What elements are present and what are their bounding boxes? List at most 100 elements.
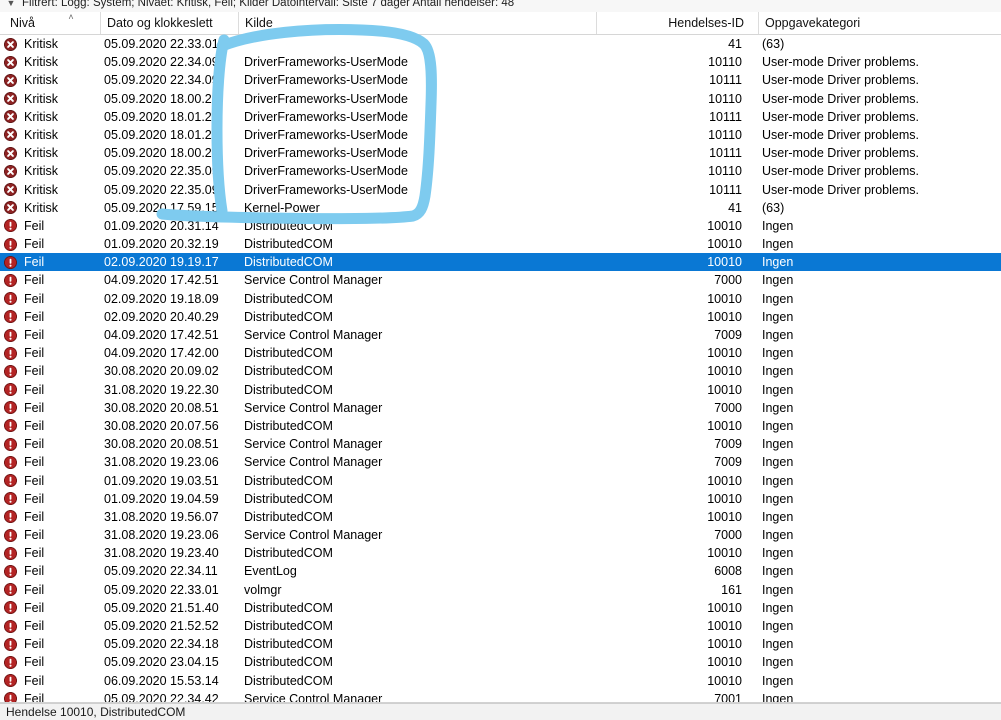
table-row[interactable]: Feil 02.09.2020 19.19.17 DistributedCOM 100… [0,253,1001,272]
table-row[interactable]: Feil 01.09.2020 19.04.59 DistributedCOM 100… [0,490,1001,508]
cell-level-label: Feil [24,491,45,506]
table-row[interactable]: Feil 02.09.2020 20.40.29 DistributedCOM 100… [0,308,1001,326]
cell-level-label: Feil [24,600,45,615]
column-header-row: Nivå ˄ Dato og klokkeslett Kilde Hendels… [0,12,1001,35]
cell-level: Feil [4,435,100,453]
cell-source: Service Control Manager [244,437,383,452]
cell-datetime: 30.08.2020 20.08.51 [104,400,219,415]
error-icon [4,474,17,487]
cell-level-label: Kritisk [24,55,59,70]
table-row[interactable]: Feil 05.09.2020 23.04.15 DistributedCOM 100… [0,653,1001,671]
table-row[interactable]: Feil 31.08.2020 19.23.06 Service Control M… [0,526,1001,544]
cell-level-label: Feil [24,619,45,633]
cell-datetime: 31.08.2020 19.23.06 [104,455,219,470]
table-row[interactable]: Feil 30.08.2020 20.08.51 Service Control M… [0,435,1001,453]
table-row[interactable]: Feil 06.09.2020 15.53.14 DistributedCOM 100… [0,672,1001,690]
error-icon [4,437,17,451]
cell-task-category: Ingen [762,273,794,288]
cell-task-category: Ingen [762,437,794,452]
table-row[interactable]: Kritisk 05.09.2020 17.59.15 Kernel-Power 41… [0,199,1001,217]
table-row[interactable]: Feil 05.09.2020 22.34.18 DistributedCOM 100… [0,635,1001,653]
critical-error-icon [4,110,17,124]
table-row[interactable]: Feil 02.09.2020 19.18.09 DistributedCOM 100… [0,290,1001,308]
column-header-datetime[interactable]: Dato og klokkeslett [100,12,236,34]
critical-error-icon [4,55,17,69]
table-row[interactable]: Feil 04.09.2020 17.42.51 Service Control M… [0,326,1001,344]
critical-error-icon [4,128,17,142]
table-row[interactable]: Kritisk 05.09.2020 18.01.24 DriverFramewor… [0,108,1001,126]
cell-datetime: 30.08.2020 20.08.51 [104,437,219,452]
cell-level-label: Feil [24,564,45,579]
table-row[interactable]: Kritisk 05.09.2020 18.01.24 DriverFramewor… [0,126,1001,144]
table-row[interactable]: Feil 01.09.2020 20.32.19 DistributedCOM 100… [0,235,1001,253]
sort-ascending-icon: ˄ [68,12,74,22]
table-row[interactable]: Feil 30.08.2020 20.09.02 DistributedCOM 100… [0,362,1001,380]
cell-task-category: Ingen [762,509,794,524]
cell-level-label: Feil [24,382,45,397]
table-row[interactable]: Feil 05.09.2020 22.33.01 volmgr 161 Ingen [0,581,1001,599]
cell-task-category: Ingen [762,218,794,233]
cell-level: Feil [4,217,100,235]
table-row[interactable]: Feil 04.09.2020 17.42.51 Service Control M… [0,271,1001,289]
table-row[interactable]: Kritisk 05.09.2020 18.00.24 DriverFramewor… [0,144,1001,162]
table-row[interactable]: Kritisk 05.09.2020 22.35.09 DriverFramewor… [0,162,1001,180]
column-header-level[interactable]: Nivå ˄ [4,12,100,34]
table-row[interactable]: Feil 30.08.2020 20.08.51 Service Control M… [0,399,1001,417]
table-row[interactable]: Kritisk 05.09.2020 22.34.09 DriverFramewor… [0,71,1001,89]
column-header-task-category[interactable]: Oppgavekategori [758,12,997,34]
column-header-event-id[interactable]: Hendelses-ID [596,12,750,34]
cell-datetime: 05.09.2020 22.34.09 [104,73,219,88]
cell-level: Feil [4,653,100,671]
cell-level-label: Feil [24,509,45,524]
column-header-source[interactable]: Kilde [238,12,588,34]
cell-datetime: 05.09.2020 18.01.24 [104,109,219,124]
table-row[interactable]: Feil 31.08.2020 19.23.06 Service Control M… [0,453,1001,471]
table-row[interactable]: Kritisk 05.09.2020 22.34.09 DriverFramewor… [0,53,1001,71]
cell-source: DriverFrameworks-UserMode [244,55,408,70]
critical-error-icon [4,201,17,215]
cell-event-id: 10010 [707,637,742,652]
event-list[interactable]: Kritisk 05.09.2020 22.33.01 41 (63) Kritisk 0… [0,35,1001,703]
table-row[interactable]: Feil 05.09.2020 21.52.52 DistributedCOM 100… [0,617,1001,635]
cell-level-label: Feil [24,582,45,597]
error-icon [4,674,17,688]
cell-task-category: Ingen [762,691,794,703]
table-row[interactable]: Feil 01.09.2020 19.03.51 DistributedCOM 100… [0,472,1001,490]
cell-event-id: 10010 [707,346,742,361]
cell-level: Feil [4,617,100,635]
cell-task-category: Ingen [762,364,794,379]
table-row[interactable]: Feil 31.08.2020 19.22.30 DistributedCOM 100… [0,381,1001,399]
cell-level-label: Kritisk [24,182,59,197]
table-row[interactable]: Feil 05.09.2020 22.34.11 EventLog 6008 Ingen [0,562,1001,580]
cell-task-category: Ingen [762,455,794,470]
critical-error-icon [4,37,17,51]
cell-source: Service Control Manager [244,273,383,288]
table-row[interactable]: Feil 05.09.2020 22.34.42 Service Control M… [0,690,1001,703]
table-row[interactable]: Kritisk 05.09.2020 22.33.01 41 (63) [0,35,1001,53]
cell-source: Service Control Manager [244,691,383,703]
error-icon [4,346,17,360]
table-row[interactable]: Feil 04.09.2020 17.42.00 DistributedCOM 100… [0,344,1001,362]
table-row[interactable]: Feil 31.08.2020 19.23.40 DistributedCOM 100… [0,544,1001,562]
cell-event-id: 161 [721,582,742,597]
status-bar-text: Hendelse 10010, DistributedCOM [6,705,186,719]
cell-level: Kritisk [4,199,100,217]
cell-level-label: Kritisk [24,73,59,88]
error-icon [4,310,17,324]
error-icon [4,619,17,633]
cell-level: Feil [4,581,100,599]
table-row[interactable]: Feil 30.08.2020 20.07.56 DistributedCOM 100… [0,417,1001,435]
table-row[interactable]: Kritisk 05.09.2020 22.35.09 DriverFramewor… [0,181,1001,199]
table-row[interactable]: Kritisk 05.09.2020 18.00.24 DriverFramewor… [0,90,1001,108]
cell-source: DistributedCOM [244,309,333,324]
cell-level: Feil [4,290,100,308]
table-row[interactable]: Feil 05.09.2020 21.51.40 DistributedCOM 100… [0,599,1001,617]
cell-level-label: Feil [24,437,45,452]
error-icon [4,601,17,615]
cell-source [244,35,594,53]
cell-source: DriverFrameworks-UserMode [244,182,408,197]
chevron-down-icon[interactable]: ▼ [0,0,22,12]
table-row[interactable]: Feil 31.08.2020 19.56.07 DistributedCOM 100… [0,508,1001,526]
table-row[interactable]: Feil 01.09.2020 20.31.14 DistributedCOM 100… [0,217,1001,235]
cell-level-label: Feil [24,546,45,561]
